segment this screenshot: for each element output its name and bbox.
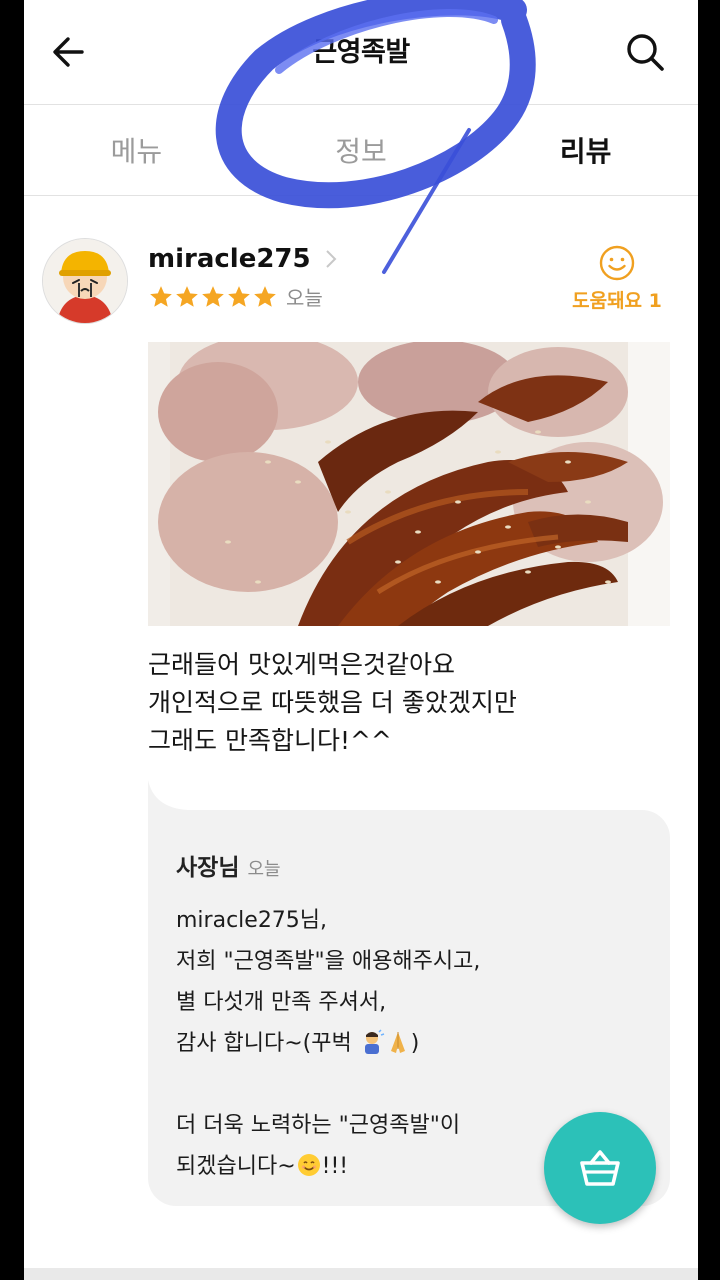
tab-menu[interactable]: 메뉴 [24,105,249,195]
search-button[interactable] [624,30,666,74]
reply-line: miracle275님, [176,908,328,933]
avatar[interactable] [42,238,128,324]
food-photo-image [148,342,670,626]
review-text-line: 근래들어 맛있게먹은것같아요 [148,650,455,679]
review-date: 오늘 [286,286,323,310]
star-rating [148,284,278,310]
reply-date: 오늘 [247,859,281,880]
reply-line-text: 되겠습니다~ [176,1154,296,1179]
app-header: 근영족발 [24,0,698,104]
cart-button[interactable] [544,1112,656,1224]
helpful-button[interactable]: 도움돼요 1 [562,244,672,313]
bowing-person-emoji-icon [364,1029,384,1054]
reply-line-end: !!! [321,1154,349,1179]
reply-author: 사장님 [176,855,240,881]
app-screen: 근영족발 메뉴 정보 리뷰 miracle275 오늘 도움돼요 1 근래들어 … [24,0,698,1268]
reply-line: 별 다섯개 만족 주셔서, [176,990,387,1015]
star-icon [150,285,172,307]
reply-line [176,1064,656,1105]
review-text: 근래들어 맛있게먹은것같아요 개인적으로 따뜻했음 더 좋았겠지만 그래도 만족… [148,646,678,760]
reply-line-end: ) [410,1031,420,1056]
star-icon [228,285,250,307]
star-icon [176,285,198,307]
reply-header: 사장님 오늘 [176,848,281,882]
chevron-right-icon [325,250,337,268]
tab-bar: 메뉴 정보 리뷰 [24,104,698,196]
review-text-line: 개인적으로 따뜻했음 더 좋았겠지만 [148,688,517,717]
rating-row: 오늘 [148,282,323,311]
review-text-line: 그래도 만족합니다!^^ [148,726,392,755]
reply-line: 감사 합니다~(꾸벅 ) [176,1023,656,1064]
search-icon [627,34,664,71]
user-avatar-icon [43,239,127,323]
shopping-basket-icon [580,1150,620,1186]
reviewer-username: miracle275 [148,244,311,274]
helpful-label: 도움돼요 1 [572,290,662,312]
reply-line: 저희 "근영족발"을 애용해주시고, [176,949,481,974]
reviewer-profile-link[interactable]: miracle275 [148,244,339,274]
reply-line-text: 감사 합니다~(꾸벅 [176,1031,359,1056]
smiling-face-emoji-icon [297,1154,320,1176]
star-icon [202,285,224,307]
page-title: 근영족발 [312,37,410,68]
smile-icon [599,245,635,281]
reply-bubble-tail [148,780,188,814]
folded-hands-emoji-icon [390,1032,405,1053]
review-photo[interactable] [148,342,670,626]
bottom-edge [24,1268,698,1280]
star-icon [254,285,276,307]
tab-reviews[interactable]: 리뷰 [473,105,698,195]
tab-info[interactable]: 정보 [249,105,474,195]
